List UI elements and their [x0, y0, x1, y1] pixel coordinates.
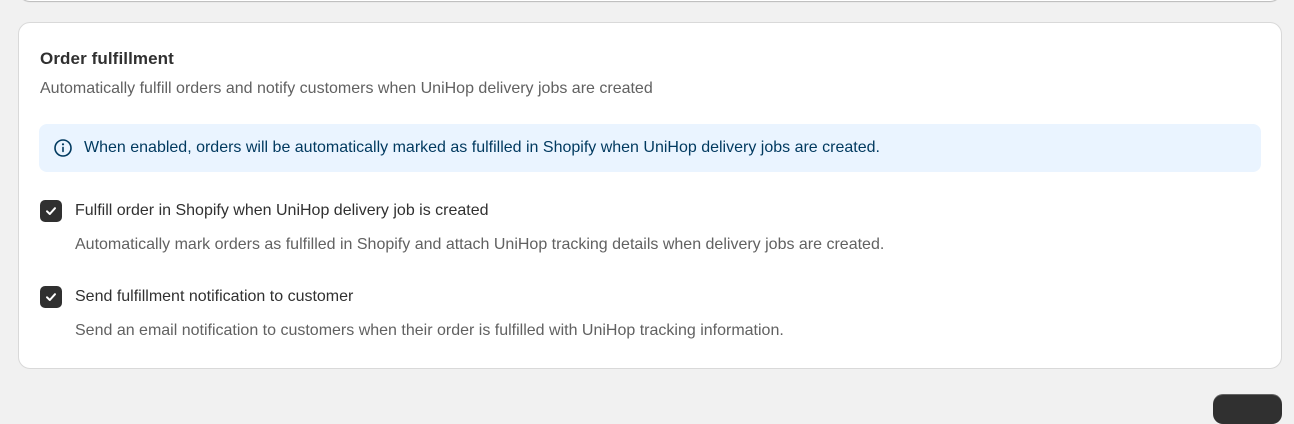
send-notification-label: Send fulfillment notification to custome…: [75, 288, 354, 305]
info-banner-text: When enabled, orders will be automatical…: [84, 139, 880, 156]
previous-card-edge: [18, 0, 1282, 1]
send-notification-help-text: Send an email notification to customers …: [75, 322, 784, 339]
fulfill-order-help-text: Automatically mark orders as fulfilled i…: [75, 236, 885, 253]
checkmark-icon: [46, 207, 56, 215]
send-notification-option: Send fulfillment notification to custome…: [40, 286, 1240, 340]
info-icon: [53, 138, 73, 158]
save-button[interactable]: [1213, 394, 1282, 424]
send-notification-checkbox[interactable]: [40, 286, 62, 308]
fulfill-order-label: Fulfill order in Shopify when UniHop del…: [75, 202, 489, 219]
send-notification-checkbox-row[interactable]: Send fulfillment notification to custome…: [40, 286, 1240, 308]
section-subtitle: Automatically fulfill orders and notify …: [40, 80, 653, 97]
fulfill-order-option: Fulfill order in Shopify when UniHop del…: [40, 200, 1240, 254]
section-title: Order fulfillment: [40, 49, 174, 68]
checkmark-icon: [46, 293, 56, 301]
info-banner: When enabled, orders will be automatical…: [39, 124, 1261, 172]
fulfill-order-checkbox-row[interactable]: Fulfill order in Shopify when UniHop del…: [40, 200, 1240, 222]
fulfill-order-checkbox[interactable]: [40, 200, 62, 222]
order-fulfillment-card: Order fulfillment Automatically fulfill …: [18, 22, 1282, 369]
